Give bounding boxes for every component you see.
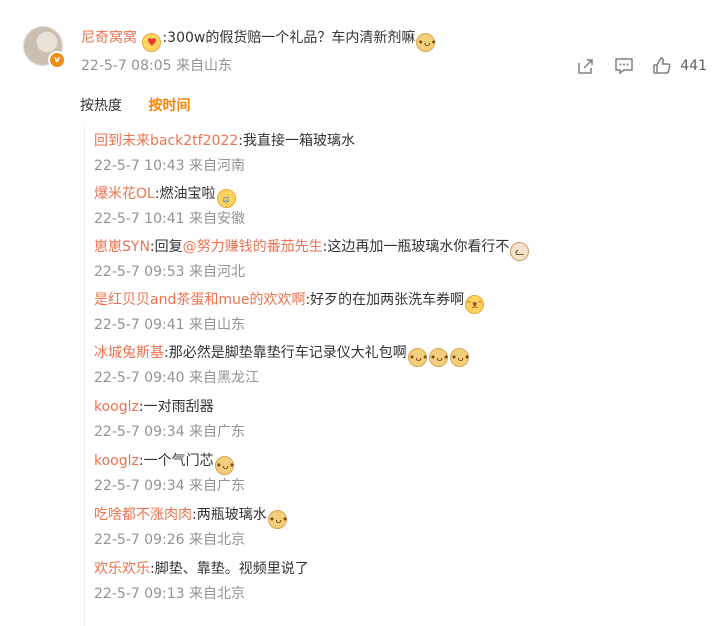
main-comment-meta: 22-5-7 08:05 来自山东 bbox=[81, 58, 232, 74]
cry-emoji-icon: ಥ bbox=[216, 189, 236, 208]
laugh-emoji-icon: ᵔᴥᵔ bbox=[465, 295, 485, 314]
main-comment-line: 尼奇窝窝 ♥:300w的假货赔一个礼品？车内清新剂嘛 •ᴗ• bbox=[81, 28, 437, 52]
doge-emoji-icon: •ᴗ• bbox=[407, 348, 428, 367]
doge-emoji-icon: •ᴗ• bbox=[428, 348, 449, 367]
reply-item: 是红贝贝and茶蛋和mue的欢欢啊:好歹的在加两张洗车券啊 ᵔᴥᵔ 22-5-7 … bbox=[94, 289, 485, 335]
reply-text: :一个气门芯 bbox=[138, 453, 214, 469]
comment-actions: 441 bbox=[558, 54, 707, 78]
reply-username[interactable]: 是红贝贝and茶蛋和mue的欢欢啊 bbox=[94, 292, 305, 308]
reply-list: 回到未来back2tf2022:我直接一箱玻璃水 22-5-7 10:43 来自… bbox=[84, 126, 705, 626]
reply-text: :这边再加一瓶玻璃水你看行不 bbox=[322, 239, 510, 255]
reply-item: kooglz:一个气门芯 •ᴗ• 22-5-7 09:34 来自广东 bbox=[94, 450, 245, 496]
reply-meta: 22-5-7 09:41 来自山东 bbox=[94, 317, 245, 333]
reply-meta: 22-5-7 10:41 来自安徽 bbox=[94, 211, 245, 227]
sort-bar: 按热度 按时间 bbox=[80, 96, 212, 116]
reply-item: 爆米花OL:燃油宝啦 ಥ 22-5-7 10:41 来自安徽 bbox=[94, 183, 245, 229]
reply-prefix: :回复 bbox=[149, 239, 183, 255]
cat-emoji-icon: ᓚ bbox=[510, 242, 530, 261]
reply-meta: 22-5-7 09:13 来自北京 bbox=[94, 586, 245, 602]
reply-item: kooglz:一对雨刮器 22-5-7 09:34 来自广东 bbox=[94, 396, 245, 442]
main-comment-username[interactable]: 尼奇窝窝 bbox=[81, 30, 137, 46]
reply-username[interactable]: 回到未来back2tf2022 bbox=[94, 133, 238, 149]
reply-mention-link[interactable]: @努力赚钱的番茄先生 bbox=[183, 239, 323, 255]
reply-meta: 22-5-7 09:34 来自广东 bbox=[94, 478, 245, 494]
reply-username[interactable]: 吃啥都不涨肉肉 bbox=[94, 507, 192, 523]
reply-text: :脚垫、靠垫。视频里说了 bbox=[150, 561, 309, 577]
reply-item: 崽崽SYN:回复@努力赚钱的番茄先生:这边再加一瓶玻璃水你看行不 ᓚ 22-5-7… bbox=[94, 236, 530, 282]
thumbs-up-icon bbox=[653, 57, 671, 74]
reply-text: :好歹的在加两张洗车券啊 bbox=[305, 292, 465, 308]
reply-username[interactable]: 欢乐欢乐 bbox=[94, 561, 150, 577]
reply-text: :两瓶玻璃水 bbox=[192, 507, 267, 523]
reply-item: 欢乐欢乐:脚垫、靠垫。视频里说了 22-5-7 09:13 来自北京 bbox=[94, 558, 309, 604]
reply-meta: 22-5-7 09:53 来自河北 bbox=[94, 264, 245, 280]
doge-emoji-icon: •ᴗ• bbox=[267, 510, 288, 529]
reply-username[interactable]: 爆米花OL bbox=[94, 186, 155, 202]
like-button[interactable]: 441 bbox=[652, 56, 707, 76]
reply-text: :那必然是脚垫靠垫行车记录仪大礼包啊 bbox=[164, 345, 407, 361]
verified-badge-icon: v bbox=[48, 51, 66, 69]
reply-text: :燃油宝啦 bbox=[154, 186, 216, 202]
like-count: 441 bbox=[680, 58, 707, 74]
comment-button[interactable] bbox=[614, 56, 634, 76]
reply-meta: 22-5-7 09:34 来自广东 bbox=[94, 424, 245, 440]
doge-emoji-icon: •ᴗ• bbox=[214, 456, 235, 475]
main-comment-text: :300w的假货赔一个礼品？车内清新剂嘛 bbox=[162, 30, 416, 46]
reply-username[interactable]: kooglz bbox=[94, 399, 139, 415]
sort-by-hot-tab[interactable]: 按热度 bbox=[80, 98, 122, 114]
reply-meta: 22-5-7 10:43 来自河南 bbox=[94, 158, 245, 174]
reply-username[interactable]: kooglz bbox=[94, 453, 139, 469]
share-button[interactable] bbox=[576, 56, 596, 76]
share-icon bbox=[578, 59, 594, 74]
reply-item: 吃啥都不涨肉肉:两瓶玻璃水 •ᴗ• 22-5-7 09:26 来自北京 bbox=[94, 504, 288, 550]
doge-emoji-icon: •ᴗ• bbox=[449, 348, 470, 367]
reply-item: 冰城兔斯基:那必然是脚垫靠垫行车记录仪大礼包啊 •ᴗ••ᴗ••ᴗ• 22-5-7 … bbox=[94, 342, 470, 388]
doge-emoji-icon: •ᴗ• bbox=[416, 33, 437, 52]
reply-username[interactable]: 冰城兔斯基 bbox=[94, 345, 164, 361]
sort-by-time-tab[interactable]: 按时间 bbox=[148, 98, 190, 114]
reply-meta: 22-5-7 09:26 来自北京 bbox=[94, 532, 245, 548]
love-eyes-emoji-icon: ♥ bbox=[142, 33, 162, 52]
reply-username[interactable]: 崽崽SYN bbox=[94, 239, 150, 255]
reply-text: :我直接一箱玻璃水 bbox=[238, 133, 355, 149]
comment-avatar[interactable]: v bbox=[23, 26, 66, 69]
reply-text: :一对雨刮器 bbox=[138, 399, 214, 415]
reply-item: 回到未来back2tf2022:我直接一箱玻璃水 22-5-7 10:43 来自… bbox=[94, 130, 355, 176]
reply-meta: 22-5-7 09:40 来自黑龙江 bbox=[94, 370, 259, 386]
comment-icon bbox=[615, 58, 634, 75]
